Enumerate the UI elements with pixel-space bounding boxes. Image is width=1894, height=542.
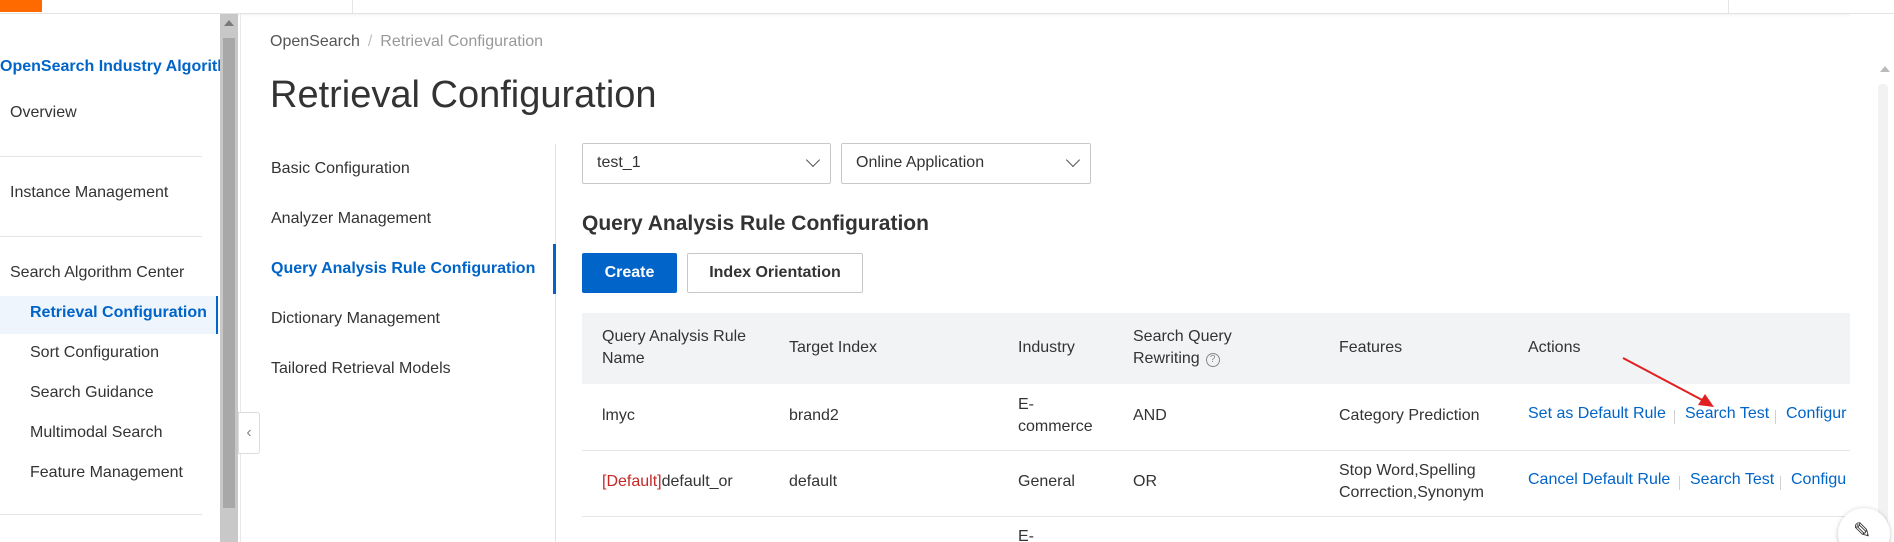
sidebar-divider bbox=[0, 514, 202, 515]
subnav-active-indicator bbox=[553, 244, 556, 294]
breadcrumb-separator: / bbox=[367, 33, 373, 50]
sidebar-item-search-guidance[interactable]: Search Guidance bbox=[30, 384, 216, 402]
breadcrumb-current: Retrieval Configuration bbox=[380, 33, 544, 50]
cell-rule-name: lmyc bbox=[602, 405, 635, 427]
chevron-down-icon bbox=[1065, 152, 1081, 168]
action-separator bbox=[1775, 410, 1776, 424]
cell-text: Correction,Synonym bbox=[1339, 484, 1484, 501]
column-header-industry: Industry bbox=[1018, 339, 1075, 356]
scrollbar-thumb[interactable] bbox=[1878, 84, 1888, 542]
cell-text: Stop Word,Spelling bbox=[1339, 462, 1476, 479]
application-select-value: Online Application bbox=[856, 154, 985, 171]
cell-industry: General bbox=[1018, 473, 1075, 490]
sidebar: OpenSearch Industry Algorithm Overview I… bbox=[0, 14, 220, 542]
rule-name: lmyc bbox=[602, 407, 635, 424]
sidebar-item-multimodal-search[interactable]: Multimodal Search bbox=[30, 424, 216, 442]
column-header-features: Features bbox=[1339, 339, 1403, 356]
cell-rewriting: AND bbox=[1133, 407, 1167, 424]
column-header-rule-name: Query Analysis Rule Name bbox=[602, 326, 746, 370]
collapse-sidebar-button[interactable]: ‹ bbox=[238, 412, 260, 454]
sidebar-group-search-algorithm-center[interactable]: Search Algorithm Center bbox=[10, 264, 210, 282]
default-tag: [Default] bbox=[602, 473, 662, 490]
sidebar-item-overview[interactable]: Overview bbox=[10, 104, 210, 122]
column-header-target-index: Target Index bbox=[789, 339, 878, 356]
sidebar-item-instance-management[interactable]: Instance Management bbox=[10, 184, 210, 202]
cell-industry: E- commerce bbox=[1018, 394, 1093, 438]
page-title: Retrieval Configuration bbox=[270, 74, 657, 116]
scroll-up-icon[interactable] bbox=[224, 20, 234, 26]
action-separator bbox=[1679, 476, 1680, 490]
cell-rewriting: OR bbox=[1133, 473, 1157, 490]
chevron-left-icon: ‹ bbox=[246, 424, 252, 441]
search-test-link[interactable]: Search Test bbox=[1690, 471, 1774, 489]
cell-text: E- bbox=[1018, 396, 1034, 413]
column-header-text: Search Query bbox=[1133, 328, 1232, 345]
configure-link[interactable]: Configur bbox=[1786, 405, 1850, 423]
cell-rule-name: [Default]default_or bbox=[602, 471, 733, 493]
question-circle-icon[interactable]: ? bbox=[1205, 353, 1220, 367]
topbar-divider bbox=[1728, 0, 1729, 13]
row-divider bbox=[582, 450, 1850, 451]
instance-select[interactable]: test_1 bbox=[582, 143, 831, 184]
column-header-text: Rewriting bbox=[1133, 350, 1200, 367]
sidebar-divider bbox=[0, 236, 202, 237]
action-separator bbox=[1674, 410, 1675, 424]
scrollbar-thumb[interactable] bbox=[223, 38, 235, 508]
row-divider bbox=[582, 516, 1850, 517]
cancel-default-rule-link[interactable]: Cancel Default Rule bbox=[1528, 471, 1670, 489]
subnav-analyzer-management[interactable]: Analyzer Management bbox=[271, 210, 431, 228]
scroll-up-icon[interactable] bbox=[1880, 66, 1890, 72]
cell-target-index: brand2 bbox=[789, 407, 839, 424]
content-scrollbar[interactable] bbox=[1850, 14, 1894, 542]
create-button[interactable]: Create bbox=[582, 253, 677, 293]
pencil-icon: ✎ bbox=[1853, 518, 1872, 542]
column-header-search-query-rewriting: Search Query Rewriting? bbox=[1133, 326, 1232, 370]
cell-target-index: default bbox=[789, 473, 838, 490]
column-header-text: Name bbox=[602, 350, 645, 367]
application-select[interactable]: Online Application bbox=[841, 143, 1091, 184]
subnav-query-analysis-rule-configuration[interactable]: Query Analysis Rule Configuration bbox=[271, 260, 535, 278]
chevron-down-icon bbox=[805, 152, 821, 168]
breadcrumb-root[interactable]: OpenSearch bbox=[270, 33, 360, 50]
column-header-actions: Actions bbox=[1528, 339, 1581, 356]
subnav-basic-configuration[interactable]: Basic Configuration bbox=[271, 160, 410, 178]
breadcrumb: OpenSearch / Retrieval Configuration bbox=[270, 33, 543, 51]
cell-features: Stop Word,Spelling Correction,Synonym bbox=[1339, 460, 1484, 504]
top-bar bbox=[0, 0, 1894, 14]
console-logo[interactable] bbox=[0, 0, 42, 12]
index-orientation-button[interactable]: Index Orientation bbox=[687, 253, 863, 293]
sidebar-title: OpenSearch Industry Algorithm bbox=[0, 58, 220, 75]
cell-text: commerce bbox=[1018, 418, 1093, 435]
sidebar-item-retrieval-configuration[interactable]: Retrieval Configuration bbox=[30, 304, 216, 322]
configure-link[interactable]: Configu bbox=[1791, 471, 1850, 489]
sidebar-item-sort-configuration[interactable]: Sort Configuration bbox=[30, 344, 216, 362]
sidebar-item-feature-management[interactable]: Feature Management bbox=[30, 464, 216, 482]
action-separator bbox=[1780, 476, 1781, 490]
cell-features: Category Prediction bbox=[1339, 407, 1480, 424]
section-title: Query Analysis Rule Configuration bbox=[582, 212, 929, 235]
red-arrow-icon bbox=[1622, 357, 1714, 407]
subnav-divider bbox=[555, 144, 556, 542]
sidebar-scrollbar[interactable] bbox=[220, 14, 238, 542]
column-header-text: Query Analysis Rule bbox=[602, 328, 747, 345]
subnav-tailored-retrieval-models[interactable]: Tailored Retrieval Models bbox=[271, 360, 451, 378]
topbar-divider bbox=[352, 0, 353, 13]
cell-industry: E- bbox=[1018, 528, 1034, 542]
instance-select-value: test_1 bbox=[597, 154, 641, 171]
subnav-dictionary-management[interactable]: Dictionary Management bbox=[271, 310, 440, 328]
rule-name: default_or bbox=[661, 473, 733, 490]
sidebar-divider bbox=[0, 156, 202, 157]
sidebar-border bbox=[240, 14, 241, 542]
